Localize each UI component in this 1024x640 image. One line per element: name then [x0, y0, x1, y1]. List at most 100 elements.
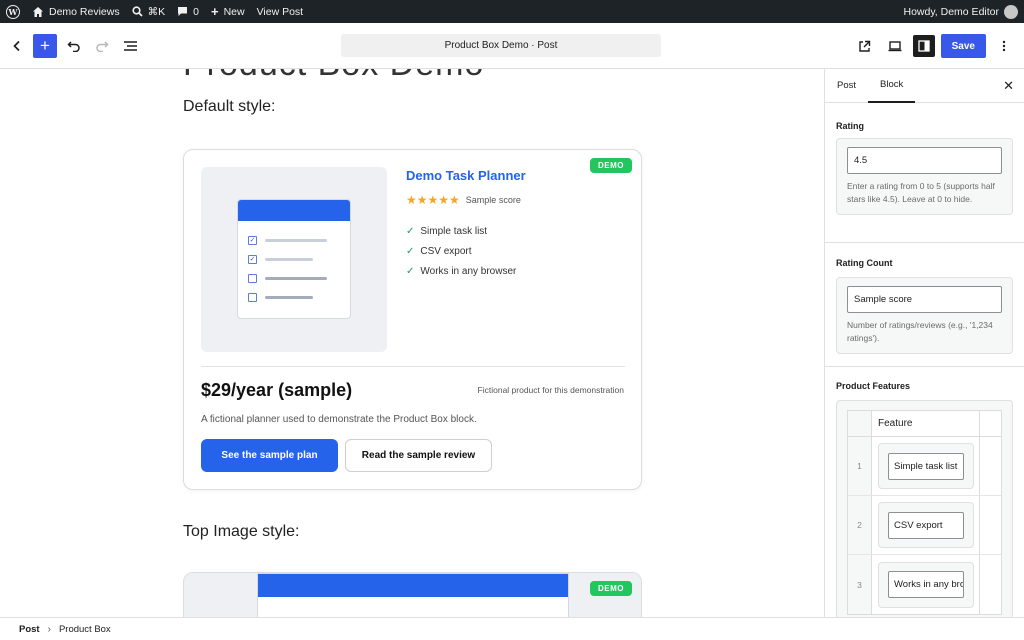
read-sample-review-button[interactable]: Read the sample review	[345, 439, 492, 472]
demo-badge: DEMO	[590, 158, 632, 173]
list-item: ✓ Simple task list	[406, 225, 488, 237]
desktop-icon	[888, 41, 902, 52]
add-block-button[interactable]: +	[33, 34, 57, 58]
divider	[201, 366, 625, 367]
block-breadcrumb: Post › Product Box	[0, 617, 1024, 640]
product-features-field: Feature 1 Simple task list 2 CSV export …	[836, 400, 1013, 617]
search-icon	[132, 6, 143, 17]
features-table-header: Feature	[848, 411, 1001, 437]
rating-help: Enter a rating from 0 to 5 (supports hal…	[847, 181, 995, 204]
product-price: $29/year (sample)	[201, 380, 353, 400]
document-title-bar[interactable]: Product Box Demo · Post	[341, 34, 661, 57]
plus-icon: +	[40, 36, 50, 55]
row-number: 3	[848, 555, 872, 614]
checkmark-icon: ✓	[406, 225, 415, 237]
editor-canvas[interactable]: Product Box Demo Default style: DEMO ✓ ✓…	[0, 69, 824, 617]
checkmark-icon: ✓	[406, 245, 415, 257]
table-row: 3 Works in any browser	[848, 555, 1001, 614]
row-number: 2	[848, 496, 872, 554]
tab-block[interactable]: Block	[868, 69, 916, 103]
product-rating: ★★★★★ Sample score	[406, 193, 521, 207]
feature-input[interactable]: Works in any browser	[888, 571, 964, 598]
editor-header: + Product Box Demo · Post Save	[0, 23, 1024, 69]
back-button[interactable]	[5, 34, 29, 58]
section-heading-top-image[interactable]: Top Image style:	[183, 523, 300, 541]
product-fineprint: Fictional product for this demonstration	[477, 385, 624, 395]
view-post-link[interactable]: View Post	[251, 0, 310, 23]
save-button[interactable]: Save	[940, 34, 986, 58]
checkbox-checked-icon: ✓	[248, 235, 257, 245]
see-sample-plan-button[interactable]: See the sample plan	[201, 439, 338, 472]
plus-icon: +	[210, 4, 219, 19]
feature-input[interactable]: CSV export	[888, 511, 964, 539]
undo-icon	[67, 41, 80, 52]
home-icon	[33, 6, 43, 17]
redo-button[interactable]	[90, 34, 114, 58]
breadcrumb-product-box[interactable]: Product Box	[59, 624, 111, 635]
star-rating-icon: ★★★★★	[406, 193, 460, 207]
sidebar-icon	[917, 40, 930, 52]
checkbox-empty-icon	[248, 292, 257, 302]
post-title[interactable]: Product Box Demo	[183, 69, 484, 84]
document-overview-button[interactable]	[118, 34, 142, 58]
wordpress-menu[interactable]: W	[0, 0, 26, 23]
section-heading-default[interactable]: Default style:	[183, 98, 275, 116]
table-row: 2 CSV export	[848, 496, 1001, 555]
tab-post[interactable]: Post	[825, 69, 868, 103]
planner-illustration	[257, 573, 569, 617]
checkmark-icon: ✓	[406, 265, 415, 277]
command-palette-button[interactable]: ⌘K	[126, 0, 172, 23]
product-box-default[interactable]: DEMO ✓ ✓ Demo Task Planner ★★★★★ Sample …	[183, 149, 642, 490]
list-view-icon	[123, 41, 137, 51]
options-button[interactable]	[992, 34, 1016, 58]
site-name-link[interactable]: Demo Reviews	[26, 0, 126, 23]
comments-count: 0	[193, 5, 199, 18]
product-features-list: ✓ Simple task list ✓ CSV export ✓ Works in …	[406, 221, 516, 281]
table-row: 1 Simple task list	[848, 437, 1001, 496]
chevron-left-icon	[13, 40, 20, 52]
rating-count-help: Number of ratings/reviews (e.g., '1,234 …	[847, 320, 993, 343]
header-actions: Save	[853, 34, 1016, 58]
feature-input[interactable]: Simple task list	[888, 452, 964, 480]
new-content-link[interactable]: + New	[205, 0, 251, 23]
list-item: ✓ CSV export	[406, 245, 472, 257]
site-name: Demo Reviews	[49, 5, 120, 18]
comments-link[interactable]: 0	[171, 0, 205, 23]
more-vertical-icon	[1002, 40, 1006, 52]
rating-input[interactable]: 4.5	[847, 147, 1002, 174]
external-link-icon	[859, 40, 871, 52]
howdy-text: Howdy, Demo Editor	[903, 5, 999, 18]
planner-illustration: ✓ ✓	[237, 199, 351, 319]
preview-button[interactable]	[883, 34, 907, 58]
rating-count-field: Sample score Number of ratings/reviews (…	[836, 277, 1013, 354]
product-features-label: Product Features	[836, 381, 911, 391]
new-label: New	[223, 5, 245, 18]
checkbox-empty-icon	[248, 273, 257, 283]
breadcrumb-post[interactable]: Post	[19, 624, 40, 635]
product-box-top-image[interactable]: DEMO	[183, 572, 642, 617]
sidebar-tabs: Post Block ✕	[825, 69, 1024, 103]
rating-count-input[interactable]: Sample score	[847, 286, 1002, 313]
features-table: Feature 1 Simple task list 2 CSV export …	[847, 410, 1002, 615]
list-item: ✓ Works in any browser	[406, 265, 517, 277]
admin-bar: W Demo Reviews ⌘K 0 + New View Post Howd…	[0, 0, 1024, 23]
demo-badge: DEMO	[590, 581, 632, 596]
undo-button[interactable]	[62, 34, 86, 58]
rating-count-panel: Rating Count Sample score Number of rati…	[825, 243, 1024, 367]
rating-field: 4.5 Enter a rating from 0 to 5 (supports…	[836, 138, 1013, 215]
wordpress-logo-icon: W	[6, 4, 20, 19]
chevron-right-icon: ›	[47, 623, 51, 635]
rating-panel: Rating 4.5 Enter a rating from 0 to 5 (s…	[825, 103, 1024, 243]
avatar	[1004, 4, 1018, 19]
checkbox-checked-icon: ✓	[248, 254, 257, 264]
feature-column-header: Feature	[872, 411, 980, 436]
rating-label: Rating	[836, 121, 864, 131]
product-image	[184, 573, 641, 617]
view-post-button[interactable]	[853, 34, 877, 58]
settings-toggle-button[interactable]	[912, 35, 935, 57]
close-icon[interactable]: ✕	[1003, 78, 1014, 94]
row-number: 1	[848, 437, 872, 495]
product-features-panel: Product Features Feature 1 Simple task l…	[825, 367, 1024, 617]
account-menu[interactable]: Howdy, Demo Editor	[897, 0, 1024, 23]
product-title[interactable]: Demo Task Planner	[406, 168, 526, 183]
